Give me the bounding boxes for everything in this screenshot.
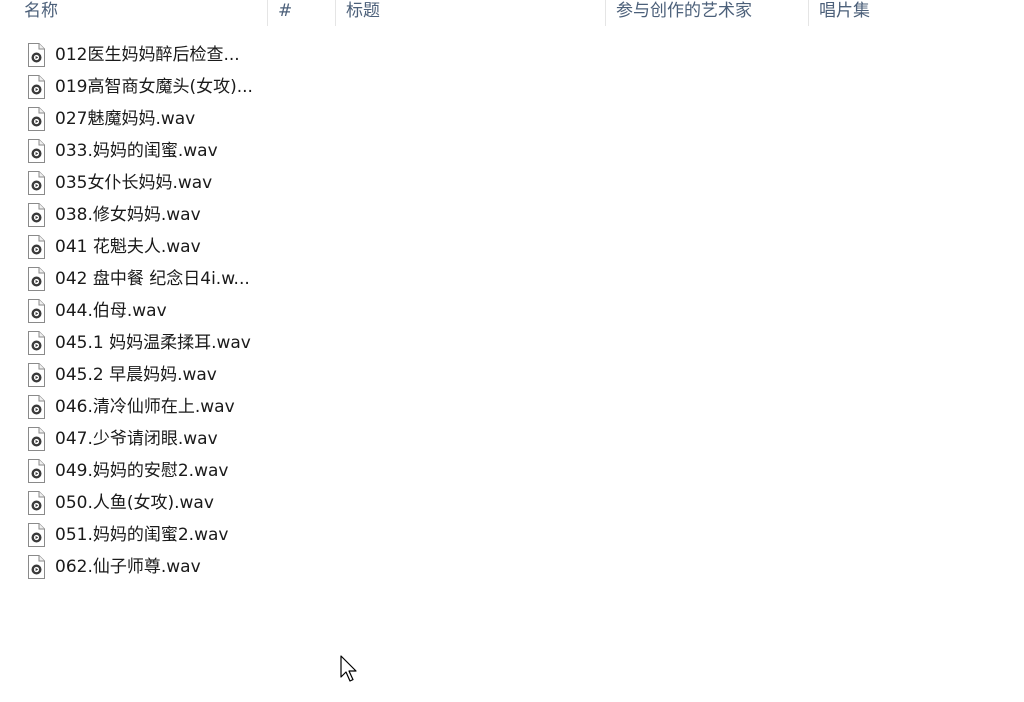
file-name: 062.仙子师尊.wav [55, 557, 201, 577]
file-row[interactable]: 012医生妈妈醉后检查... [26, 39, 266, 71]
file-row[interactable]: 062.仙子师尊.wav [26, 551, 266, 583]
file-name: 033.妈妈的闺蜜.wav [55, 141, 218, 161]
audio-file-icon [26, 395, 46, 419]
file-name: 045.2 早晨妈妈.wav [55, 365, 217, 385]
file-name: 035女仆长妈妈.wav [55, 173, 213, 193]
file-row[interactable]: 045.2 早晨妈妈.wav [26, 359, 266, 391]
file-name: 019高智商女魔头(女攻)... [55, 77, 253, 97]
audio-file-icon [26, 491, 46, 515]
file-row[interactable]: 041 花魁夫人.wav [26, 231, 266, 263]
file-row[interactable]: 042 盘中餐 纪念日4i.w... [26, 263, 266, 295]
audio-file-icon [26, 459, 46, 483]
file-row[interactable]: 027魅魔妈妈.wav [26, 103, 266, 135]
file-explorer: 名称 # 标题 参与创作的艺术家 唱片集 012医生妈妈醉后检查... 019高智… [0, 0, 1024, 702]
audio-file-icon [26, 43, 46, 67]
file-row[interactable]: 038.修女妈妈.wav [26, 199, 266, 231]
file-name: 047.少爷请闭眼.wav [55, 429, 218, 449]
file-name: 050.人鱼(女攻).wav [55, 493, 214, 513]
column-header-bar: 名称 # 标题 参与创作的艺术家 唱片集 [0, 0, 1024, 26]
audio-file-icon [26, 107, 46, 131]
audio-file-icon [26, 267, 46, 291]
audio-file-icon [26, 331, 46, 355]
audio-file-icon [26, 235, 46, 259]
audio-file-icon [26, 139, 46, 163]
audio-file-icon [26, 75, 46, 99]
file-row[interactable]: 049.妈妈的安慰2.wav [26, 455, 266, 487]
audio-file-icon [26, 555, 46, 579]
audio-file-icon [26, 363, 46, 387]
audio-file-icon [26, 299, 46, 323]
file-name: 038.修女妈妈.wav [55, 205, 201, 225]
file-name: 041 花魁夫人.wav [55, 237, 201, 257]
file-name: 042 盘中餐 纪念日4i.w... [55, 269, 250, 289]
column-header-title[interactable]: 标题 [336, 0, 604, 26]
file-row[interactable]: 047.少爷请闭眼.wav [26, 423, 266, 455]
file-name: 049.妈妈的安慰2.wav [55, 461, 229, 481]
audio-file-icon [26, 523, 46, 547]
column-header-name[interactable]: 名称 [14, 0, 266, 26]
audio-file-icon [26, 203, 46, 227]
column-header-number[interactable]: # [268, 0, 334, 26]
file-name: 051.妈妈的闺蜜2.wav [55, 525, 229, 545]
file-row[interactable]: 044.伯母.wav [26, 295, 266, 327]
file-row[interactable]: 050.人鱼(女攻).wav [26, 487, 266, 519]
file-row[interactable]: 051.妈妈的闺蜜2.wav [26, 519, 266, 551]
file-row[interactable]: 045.1 妈妈温柔揉耳.wav [26, 327, 266, 359]
file-name: 046.清冷仙师在上.wav [55, 397, 235, 417]
mouse-pointer-icon [340, 655, 357, 682]
audio-file-icon [26, 171, 46, 195]
file-row[interactable]: 035女仆长妈妈.wav [26, 167, 266, 199]
column-header-artists[interactable]: 参与创作的艺术家 [606, 0, 807, 26]
file-name: 027魅魔妈妈.wav [55, 109, 196, 129]
column-header-album[interactable]: 唱片集 [809, 0, 1009, 26]
file-row[interactable]: 019高智商女魔头(女攻)... [26, 71, 266, 103]
file-name: 044.伯母.wav [55, 301, 167, 321]
file-row[interactable]: 046.清冷仙师在上.wav [26, 391, 266, 423]
file-row[interactable]: 033.妈妈的闺蜜.wav [26, 135, 266, 167]
audio-file-icon [26, 427, 46, 451]
file-name: 045.1 妈妈温柔揉耳.wav [55, 333, 251, 353]
file-name: 012医生妈妈醉后检查... [55, 45, 240, 65]
file-list: 012医生妈妈醉后检查... 019高智商女魔头(女攻)... 027魅魔妈妈.wa… [26, 39, 266, 583]
